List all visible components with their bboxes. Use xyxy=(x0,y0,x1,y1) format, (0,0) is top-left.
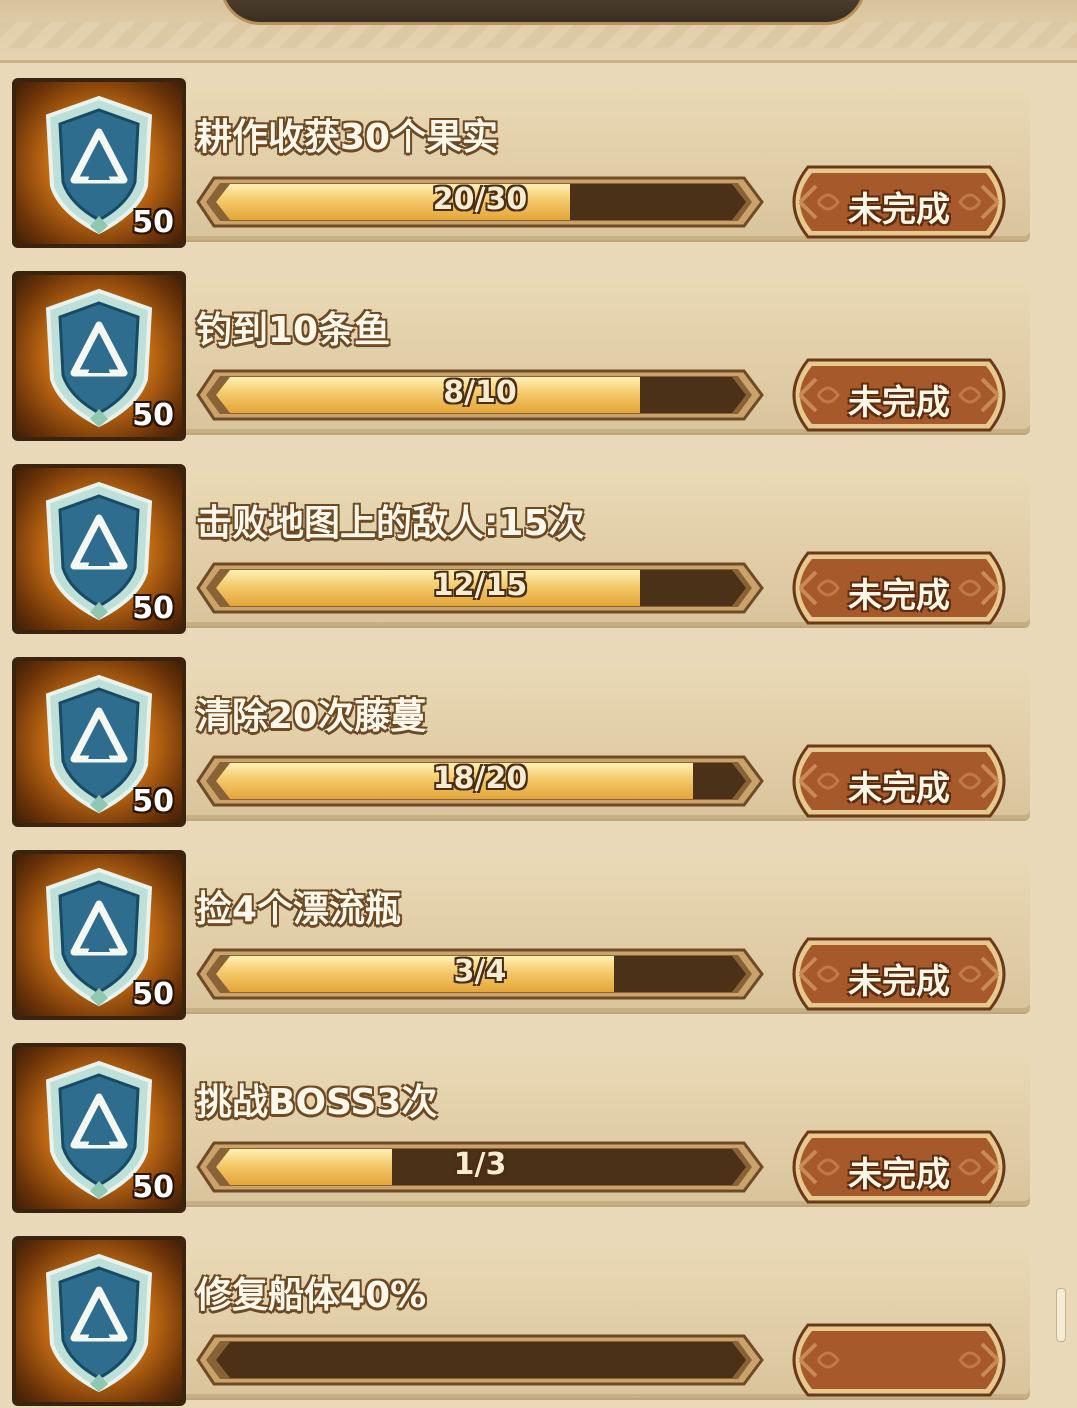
task-title: 挑战BOSS3次 xyxy=(196,1082,438,1123)
task-row: 修复船体40% xyxy=(0,1236,1077,1408)
reward-amount: 50 xyxy=(132,977,174,1012)
progress-track xyxy=(216,1342,746,1378)
progress-bar: 3/4 xyxy=(196,946,764,1002)
task-row: 50 挑战BOSS3次 1/3 未完成 xyxy=(0,1043,1077,1215)
progress-text: 12/15 xyxy=(432,568,528,603)
progress-text: 8/10 xyxy=(443,375,517,410)
reward-badge: 50 xyxy=(12,1043,186,1213)
reward-amount: 50 xyxy=(132,591,174,626)
top-banner xyxy=(0,0,1077,63)
task-row: 50 钓到10条鱼 8/10 未完成 xyxy=(0,271,1077,443)
status-button[interactable]: 未完成 xyxy=(778,743,1020,819)
status-button[interactable]: 未完成 xyxy=(778,164,1020,240)
task-title: 耕作收获30个果实 xyxy=(196,117,499,158)
progress-text: 1/3 xyxy=(453,1147,507,1182)
progress-text: 20/30 xyxy=(432,182,528,217)
banner-pattern xyxy=(0,22,1077,48)
status-button-label: 未完成 xyxy=(848,190,950,230)
progress-text: 18/20 xyxy=(432,761,528,796)
reward-amount: 50 xyxy=(132,205,174,240)
status-button[interactable]: 未完成 xyxy=(778,357,1020,433)
progress-bar: 8/10 xyxy=(196,367,764,423)
status-button[interactable] xyxy=(778,1322,1020,1398)
progress-text: 3/4 xyxy=(453,954,507,989)
status-button[interactable]: 未完成 xyxy=(778,936,1020,1012)
task-title: 捡4个漂流瓶 xyxy=(196,889,402,930)
reward-badge: 50 xyxy=(12,78,186,248)
task-title: 钓到10条鱼 xyxy=(196,310,391,351)
status-button[interactable]: 未完成 xyxy=(778,1129,1020,1205)
reward-badge xyxy=(12,1236,186,1406)
task-title: 清除20次藤蔓 xyxy=(196,696,427,737)
reward-amount: 50 xyxy=(132,398,174,433)
status-button-label: 未完成 xyxy=(848,576,950,616)
progress-bar xyxy=(196,1332,764,1388)
progress-bar: 12/15 xyxy=(196,560,764,616)
reward-badge: 50 xyxy=(12,657,186,827)
task-row: 50 耕作收获30个果实 20/30 未完成 xyxy=(0,78,1077,250)
progress-bar: 20/30 xyxy=(196,174,764,230)
header-ornament-icon xyxy=(220,0,866,25)
reward-badge: 50 xyxy=(12,850,186,1020)
status-button-label: 未完成 xyxy=(848,962,950,1002)
progress-bar: 1/3 xyxy=(196,1139,764,1195)
reward-badge: 50 xyxy=(12,464,186,634)
status-button-label: 未完成 xyxy=(848,383,950,423)
progress-bar: 18/20 xyxy=(196,753,764,809)
status-button-label: 未完成 xyxy=(848,769,950,809)
camp-shield-icon xyxy=(45,1253,153,1393)
reward-amount: 50 xyxy=(132,784,174,819)
task-title: 修复船体40% xyxy=(196,1275,427,1316)
task-row: 50 捡4个漂流瓶 3/4 未完成 xyxy=(0,850,1077,1022)
status-button-label: 未完成 xyxy=(848,1155,950,1195)
reward-badge: 50 xyxy=(12,271,186,441)
task-row: 50 清除20次藤蔓 18/20 未完成 xyxy=(0,657,1077,829)
scrollbar-thumb[interactable] xyxy=(1056,1288,1066,1342)
status-button[interactable]: 未完成 xyxy=(778,550,1020,626)
reward-amount: 50 xyxy=(132,1170,174,1205)
task-title: 击败地图上的敌人:15次 xyxy=(196,503,585,544)
task-row: 50 击败地图上的敌人:15次 12/15 未完成 xyxy=(0,464,1077,636)
button-shape xyxy=(792,1323,1006,1397)
